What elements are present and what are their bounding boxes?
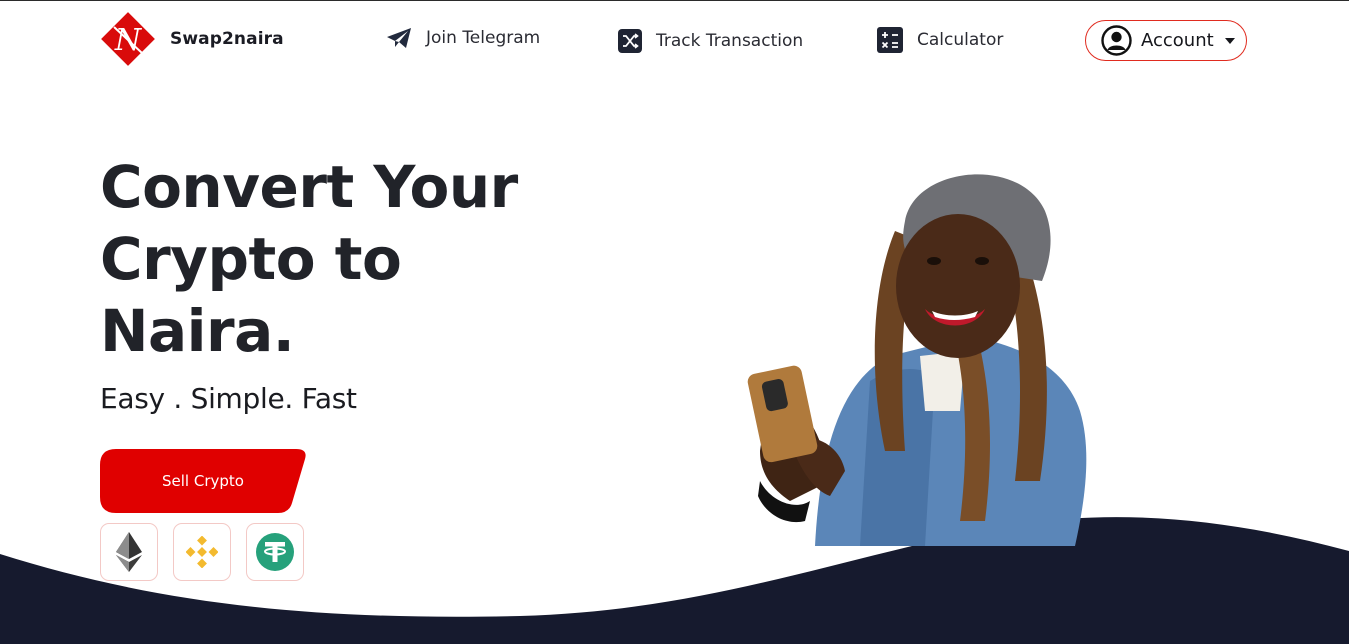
top-navbar: N Swap2naira Join Telegram (0, 1, 1349, 81)
nav-label-track: Track Transaction (656, 31, 804, 51)
brand-name: Swap2naira (170, 29, 284, 49)
calculator-icon (877, 27, 903, 53)
sell-crypto-button[interactable]: Sell Crypto (100, 449, 308, 513)
tether-icon (256, 533, 294, 571)
nav-label-telegram: Join Telegram (426, 28, 541, 48)
landing-page: N Swap2naira Join Telegram (0, 0, 1349, 644)
hero-tagline: Easy . Simple. Fast (100, 382, 357, 415)
binance-coin-button[interactable] (173, 523, 231, 581)
nav-join-telegram[interactable]: Join Telegram (386, 27, 540, 49)
caret-down-icon (1224, 37, 1235, 44)
brand-logo-icon: N (101, 12, 155, 66)
brand[interactable]: N Swap2naira (100, 11, 284, 67)
account-label: Account (1141, 30, 1214, 51)
user-circle-icon (1101, 25, 1132, 56)
ethereum-icon (116, 532, 142, 572)
tether-coin-button[interactable] (246, 523, 304, 581)
nav-track-transaction[interactable]: Track Transaction (618, 29, 803, 53)
nav-calculator[interactable]: Calculator (877, 27, 1003, 53)
nav-label-calculator: Calculator (917, 30, 1004, 50)
sell-crypto-label: Sell Crypto (162, 472, 244, 490)
binance-icon (186, 536, 218, 568)
hero-person-illustration (747, 174, 1087, 546)
ethereum-coin-button[interactable] (100, 523, 158, 581)
hero-title: Convert Your Crypto to Naira. (100, 153, 518, 365)
telegram-icon (386, 27, 412, 49)
account-dropdown-button[interactable]: Account (1085, 20, 1247, 61)
shuffle-icon (618, 29, 642, 53)
